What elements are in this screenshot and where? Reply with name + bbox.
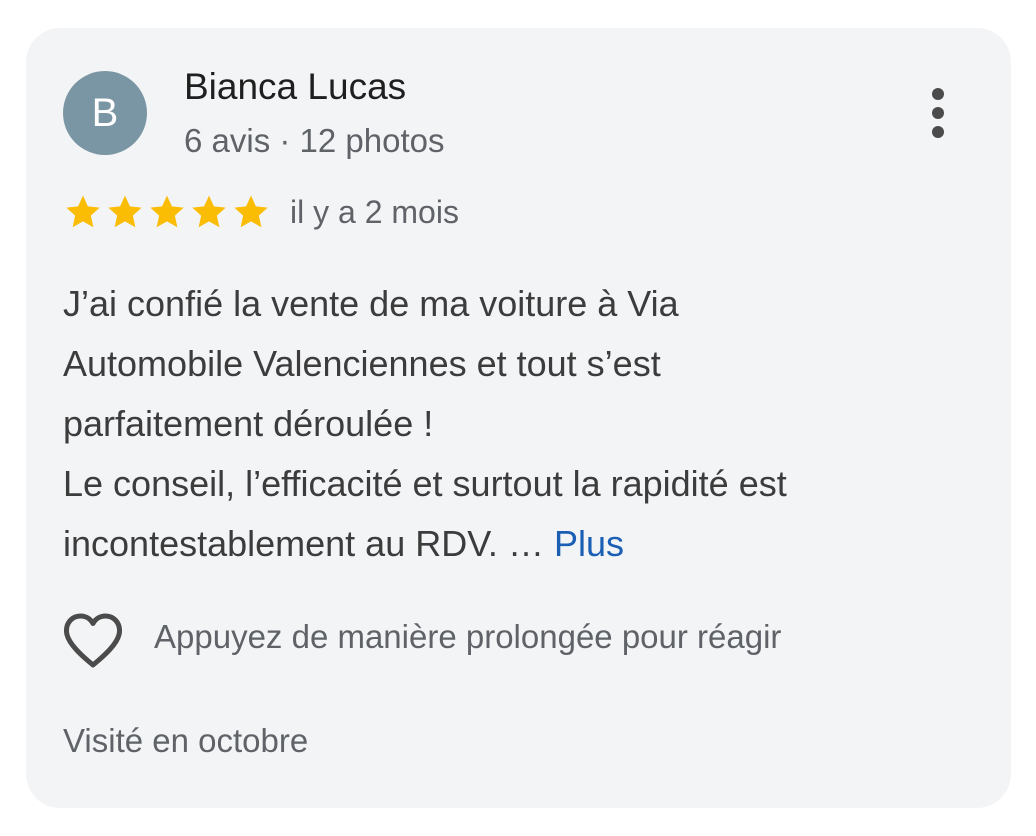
reaction-hint: Appuyez de manière prolongée pour réagir [154,618,782,655]
avatar[interactable]: B [63,71,147,155]
visit-date: Visité en octobre [63,722,309,759]
review-card: B Bianca Lucas 6 avis · 12 photos il y a… [26,28,1011,808]
more-options-button[interactable] [914,78,962,148]
review-text-line: Le conseil, l’efficacité et surtout la r… [63,463,787,504]
review-text-truncated: incontestablement au RDV. … [63,523,554,564]
more-vert-icon-dot [932,126,944,138]
review-time: il y a 2 mois [290,194,459,230]
heart-outline-icon[interactable] [62,612,124,670]
star-icon [234,195,268,228]
more-vert-icon [932,88,944,100]
star-icon [66,195,100,228]
more-vert-icon-dot [932,107,944,119]
read-more-link[interactable]: Plus [554,523,624,564]
star-rating [62,192,272,232]
review-text-line-last: incontestablement au RDV. … Plus [63,514,963,574]
author-stats: 6 avis · 12 photos [184,122,445,159]
star-icon [108,195,142,228]
star-icon [150,195,184,228]
star-icon [192,195,226,228]
review-text[interactable]: J’ai confié la vente de ma voiture à Via… [63,274,963,574]
review-text-line: J’ai confié la vente de ma voiture à Via [63,283,679,324]
author-name[interactable]: Bianca Lucas [184,66,406,108]
review-text-line: parfaitement déroulée ! [63,403,434,444]
review-text-line: Automobile Valenciennes et tout s’est [63,343,661,384]
